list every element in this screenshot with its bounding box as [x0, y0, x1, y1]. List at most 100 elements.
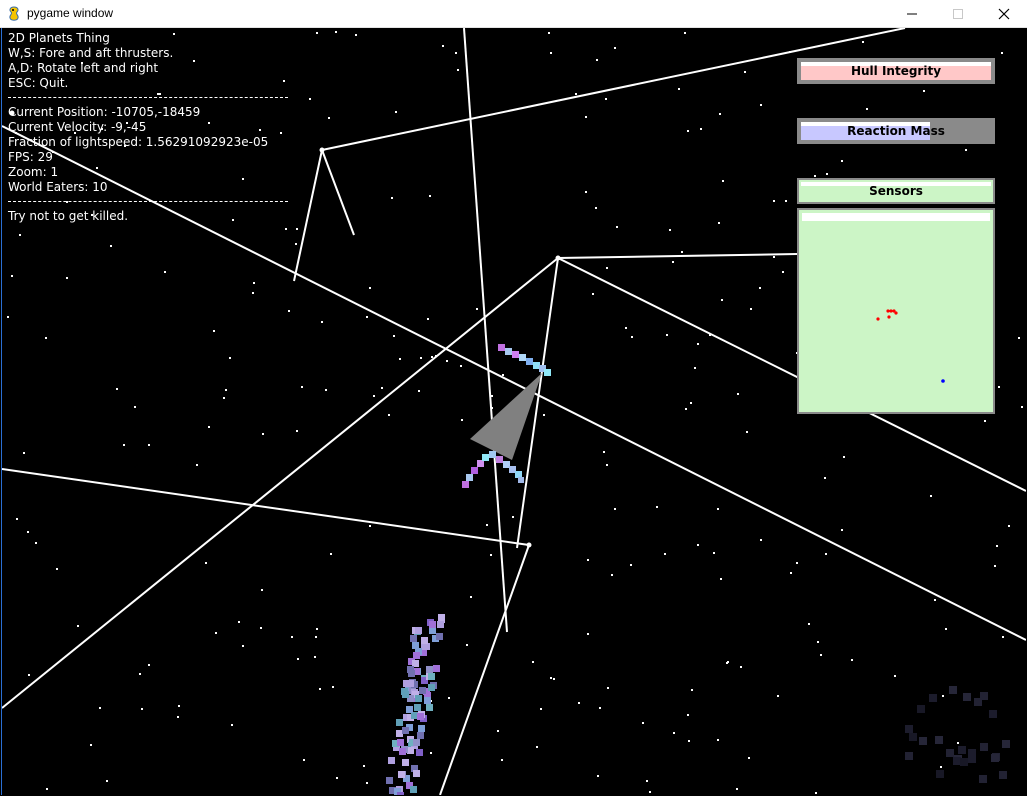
star: [540, 708, 542, 710]
debris-particle: [960, 758, 968, 766]
star: [260, 627, 262, 629]
star: [616, 226, 618, 228]
star: [721, 299, 723, 301]
star: [321, 321, 323, 323]
star: [253, 282, 255, 284]
star: [448, 697, 450, 699]
star: [223, 397, 225, 399]
star: [750, 308, 752, 310]
star: [301, 386, 303, 388]
star: [502, 374, 504, 376]
star: [512, 516, 514, 518]
hud-text: 2D Planets Thing W,S: Fore and aft thrus…: [8, 31, 288, 224]
star: [148, 444, 150, 446]
star: [585, 116, 587, 118]
star: [297, 658, 299, 660]
maximize-icon: [953, 9, 963, 19]
star: [288, 310, 290, 312]
star: [550, 52, 552, 54]
star: [11, 275, 13, 277]
world-eater-particle: [421, 637, 428, 644]
debris-particle: [929, 694, 937, 702]
close-button[interactable]: [981, 0, 1027, 28]
star: [363, 765, 365, 767]
minimize-icon: [907, 13, 917, 15]
star: [229, 357, 231, 359]
star: [446, 360, 448, 362]
minimize-button[interactable]: [889, 0, 935, 28]
world-eater-particle: [428, 673, 435, 680]
sensors-header: Sensors: [797, 178, 995, 204]
maximize-button[interactable]: [935, 0, 981, 28]
star: [625, 327, 627, 329]
star: [550, 677, 552, 679]
star: [295, 243, 297, 245]
star: [231, 724, 233, 726]
star: [7, 316, 9, 318]
star: [369, 525, 371, 527]
star: [548, 32, 550, 34]
star: [744, 71, 746, 73]
star: [894, 675, 896, 677]
world-eater-cluster: [386, 614, 445, 795]
star: [177, 716, 179, 718]
world-eater-particle: [402, 759, 409, 766]
star: [66, 277, 68, 279]
star: [996, 545, 998, 547]
pygame-snake-icon: [9, 6, 19, 21]
star: [942, 695, 944, 697]
star: [736, 788, 738, 790]
star: [35, 542, 37, 544]
star: [536, 746, 538, 748]
star: [923, 90, 925, 92]
star: [673, 732, 675, 734]
sensor-radar: [797, 208, 995, 414]
star: [808, 623, 810, 625]
world-eater-particle: [421, 643, 428, 650]
star: [746, 431, 748, 433]
sensor-contacts: [876, 309, 945, 383]
star: [597, 775, 599, 777]
star: [116, 388, 118, 390]
reaction-mass-label: Reaction Mass: [847, 124, 945, 138]
star: [965, 149, 967, 151]
star: [720, 578, 722, 580]
star: [429, 195, 431, 197]
star: [442, 45, 444, 47]
star: [366, 782, 368, 784]
star: [262, 433, 264, 435]
debris-particle: [919, 737, 927, 745]
star: [575, 93, 577, 95]
window-titlebar[interactable]: pygame window: [0, 0, 1027, 28]
star: [373, 395, 375, 397]
world-eater-particle: [397, 739, 404, 746]
world-eater-particle: [397, 792, 404, 795]
world-eater-particle: [407, 747, 414, 754]
debris-particle: [980, 743, 988, 751]
star: [90, 744, 92, 746]
world-eater-particle: [396, 719, 403, 726]
star: [316, 628, 318, 630]
star: [687, 130, 689, 132]
world-eater-particle: [436, 633, 443, 640]
star: [532, 661, 534, 663]
debris-particle: [968, 755, 976, 763]
star: [139, 673, 141, 675]
star: [606, 464, 608, 466]
star: [430, 752, 432, 754]
star: [930, 495, 932, 497]
debris-particle: [936, 770, 944, 778]
debris-particle: [905, 752, 913, 760]
star: [585, 191, 587, 193]
star: [790, 572, 792, 574]
star: [719, 113, 721, 115]
star: [717, 739, 719, 741]
star: [866, 108, 868, 110]
star: [388, 414, 390, 416]
star: [630, 564, 632, 566]
world-eater-particle: [402, 691, 409, 698]
star: [691, 689, 693, 691]
reaction-mass-bar: Reaction Mass: [797, 118, 995, 144]
world-eater-particle: [429, 621, 436, 628]
game-viewport[interactable]: 2D Planets Thing W,S: Fore and aft thrus…: [1, 28, 1026, 795]
